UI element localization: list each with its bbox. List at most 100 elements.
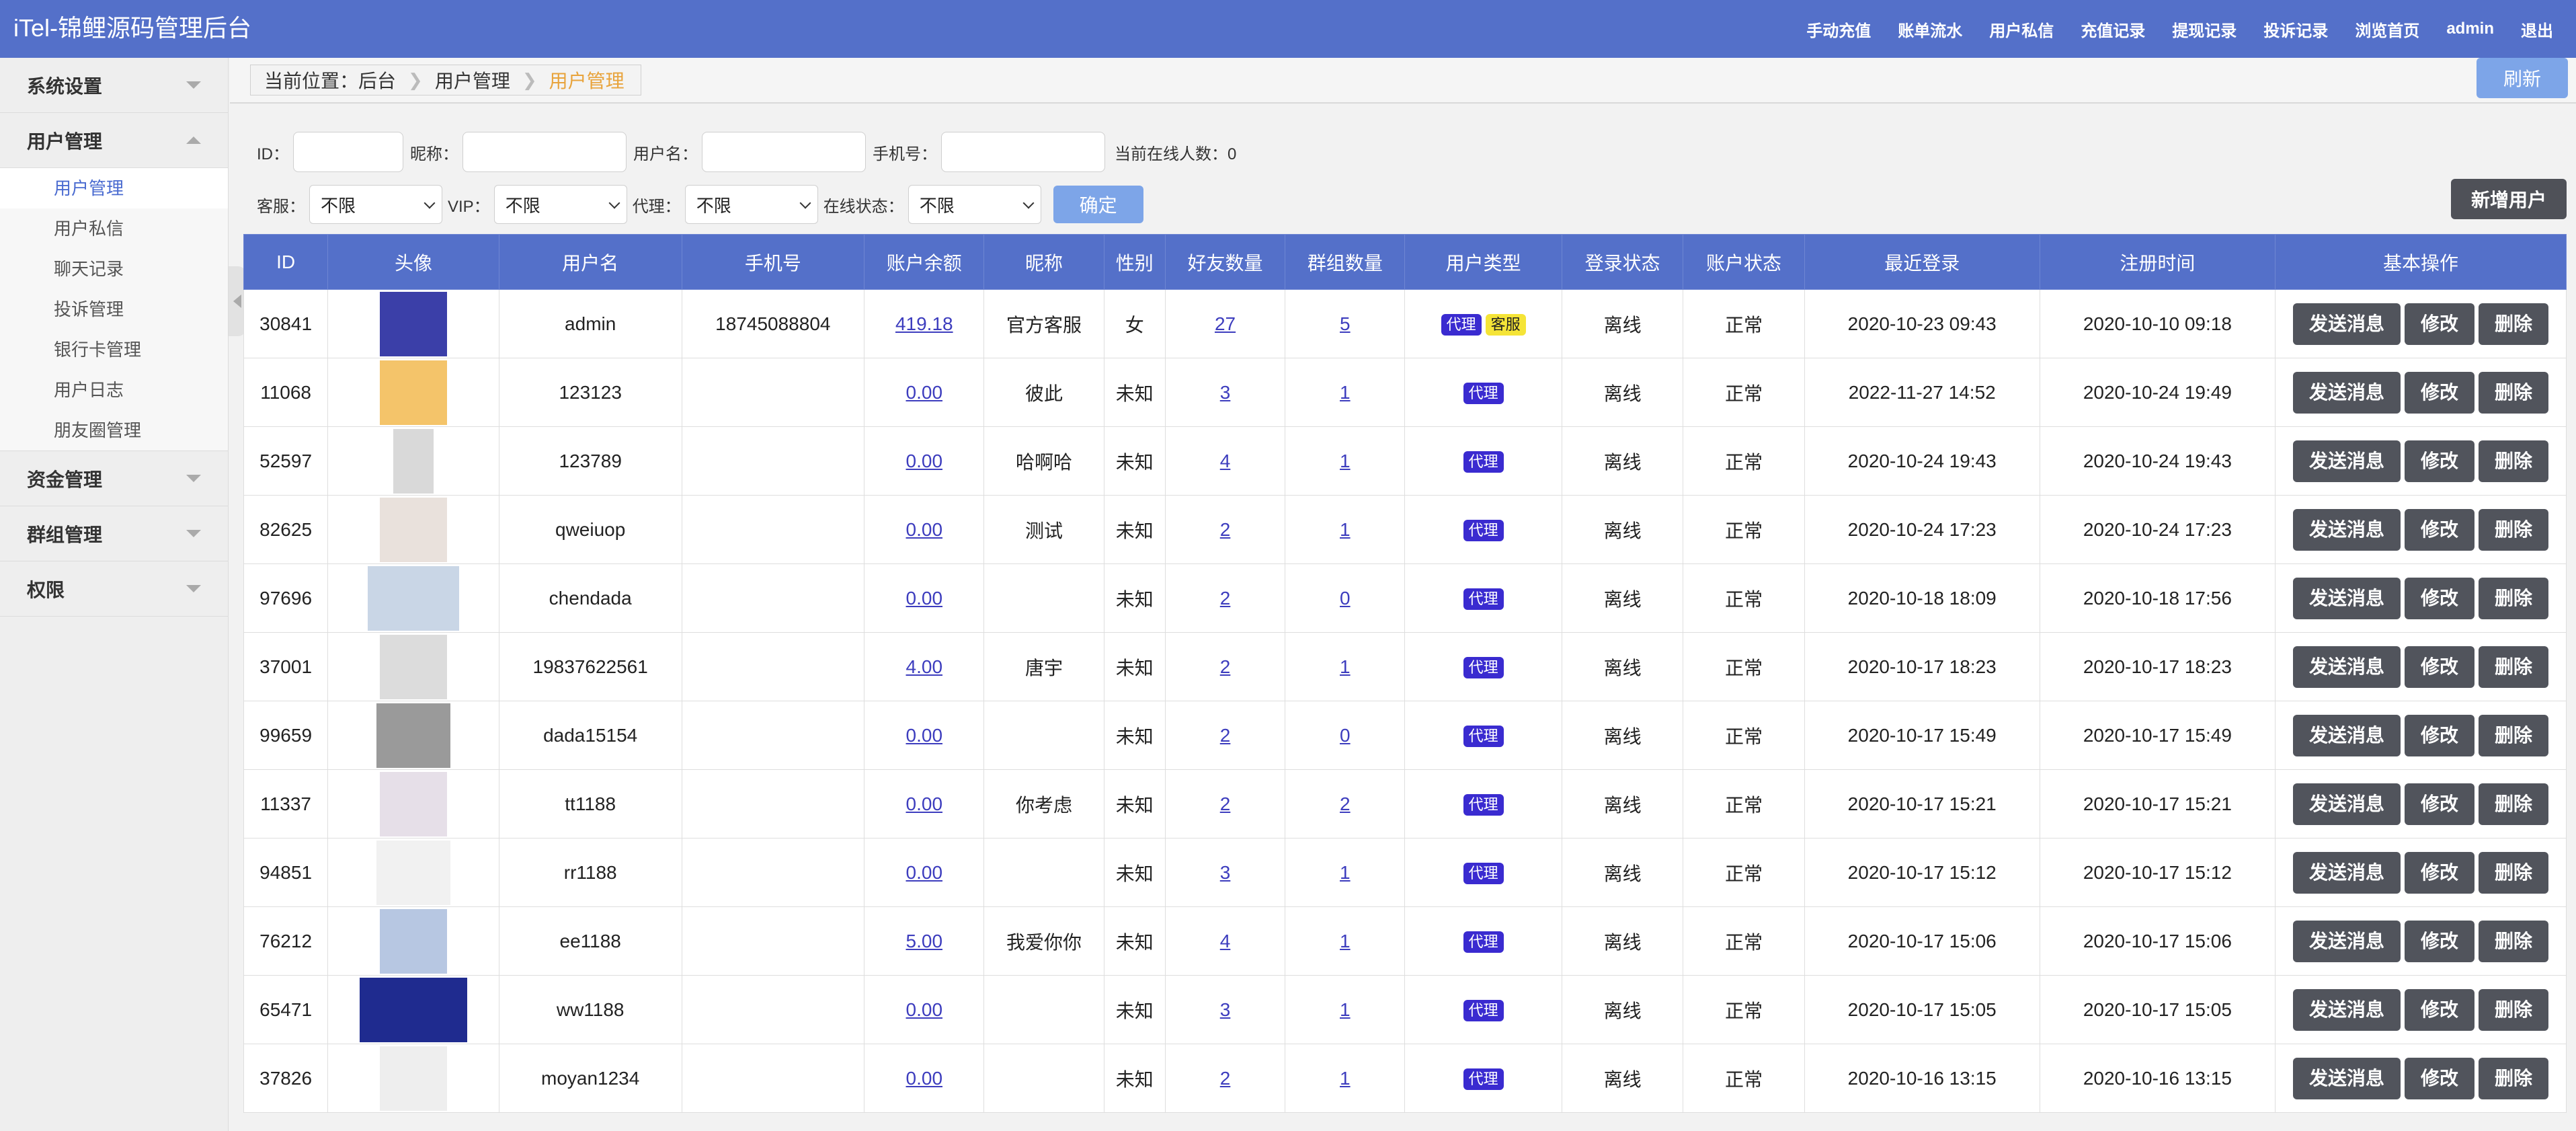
- friends-count-link[interactable]: 2: [1220, 519, 1231, 540]
- sidebar-item-user-management[interactable]: 用户管理: [0, 168, 228, 208]
- groups-count-link[interactable]: 1: [1340, 382, 1351, 403]
- edit-button[interactable]: 修改: [2404, 646, 2474, 688]
- edit-button[interactable]: 修改: [2404, 440, 2474, 482]
- delete-button[interactable]: 删除: [2478, 303, 2548, 345]
- sidebar-item-user-messages[interactable]: 用户私信: [0, 208, 228, 249]
- edit-button[interactable]: 修改: [2404, 508, 2474, 551]
- avatar[interactable]: [393, 428, 434, 494]
- send-message-button[interactable]: 发送消息: [2292, 371, 2401, 414]
- avatar[interactable]: [376, 840, 451, 905]
- send-message-button[interactable]: 发送消息: [2292, 508, 2401, 551]
- friends-count-link[interactable]: 2: [1220, 725, 1231, 746]
- delete-button[interactable]: 删除: [2478, 988, 2548, 1031]
- delete-button[interactable]: 删除: [2478, 646, 2548, 688]
- balance-link[interactable]: 0.00: [906, 862, 943, 883]
- send-message-button[interactable]: 发送消息: [2292, 783, 2401, 825]
- breadcrumb-level2[interactable]: 用户管理: [435, 67, 510, 93]
- send-message-button[interactable]: 发送消息: [2292, 577, 2401, 619]
- sidebar-group-system[interactable]: 系统设置: [0, 58, 228, 113]
- friends-count-link[interactable]: 3: [1220, 382, 1231, 403]
- nav-user-message-link[interactable]: 用户私信: [1989, 17, 2054, 41]
- balance-link[interactable]: 0.00: [906, 382, 943, 403]
- send-message-button[interactable]: 发送消息: [2292, 646, 2401, 688]
- online-status-select[interactable]: 不限: [908, 185, 1041, 224]
- nav-recharge-link[interactable]: 手动充值: [1806, 17, 1871, 41]
- balance-link[interactable]: 0.00: [906, 519, 943, 540]
- send-message-button[interactable]: 发送消息: [2292, 851, 2401, 894]
- friends-count-link[interactable]: 3: [1220, 999, 1231, 1020]
- edit-button[interactable]: 修改: [2404, 851, 2474, 894]
- delete-button[interactable]: 删除: [2478, 577, 2548, 619]
- friends-count-link[interactable]: 2: [1220, 793, 1231, 814]
- avatar[interactable]: [380, 497, 448, 562]
- edit-button[interactable]: 修改: [2404, 577, 2474, 619]
- friends-count-link[interactable]: 27: [1215, 313, 1236, 334]
- balance-link[interactable]: 5.00: [906, 931, 943, 951]
- breadcrumb-root[interactable]: 当前位置：后台: [264, 67, 396, 93]
- balance-link[interactable]: 419.18: [895, 313, 953, 334]
- groups-count-link[interactable]: 2: [1340, 793, 1351, 814]
- delete-button[interactable]: 删除: [2478, 783, 2548, 825]
- nav-complaint-records-link[interactable]: 投诉记录: [2263, 17, 2328, 41]
- sidebar-group-permissions[interactable]: 权限: [0, 561, 228, 617]
- edit-button[interactable]: 修改: [2404, 371, 2474, 414]
- groups-count-link[interactable]: 1: [1340, 451, 1351, 471]
- nav-admin-link[interactable]: admin: [2446, 20, 2494, 38]
- refresh-button[interactable]: 刷新: [2477, 58, 2568, 98]
- send-message-button[interactable]: 发送消息: [2292, 920, 2401, 962]
- edit-button[interactable]: 修改: [2404, 920, 2474, 962]
- groups-count-link[interactable]: 1: [1340, 931, 1351, 951]
- nav-browse-home-link[interactable]: 浏览首页: [2355, 17, 2419, 41]
- sidebar-item-moments[interactable]: 朋友圈管理: [0, 410, 228, 451]
- balance-link[interactable]: 0.00: [906, 999, 943, 1020]
- nickname-input[interactable]: [462, 132, 627, 172]
- balance-link[interactable]: 0.00: [906, 588, 943, 609]
- delete-button[interactable]: 删除: [2478, 920, 2548, 962]
- send-message-button[interactable]: 发送消息: [2292, 714, 2401, 756]
- avatar[interactable]: [380, 634, 448, 699]
- sidebar-group-users[interactable]: 用户管理: [0, 113, 228, 168]
- username-input[interactable]: [702, 132, 866, 172]
- delete-button[interactable]: 删除: [2478, 851, 2548, 894]
- avatar[interactable]: [380, 771, 448, 836]
- avatar[interactable]: [380, 1046, 448, 1111]
- edit-button[interactable]: 修改: [2404, 1057, 2474, 1099]
- groups-count-link[interactable]: 1: [1340, 999, 1351, 1020]
- groups-count-link[interactable]: 1: [1340, 1068, 1351, 1089]
- nav-bill-flow-link[interactable]: 账单流水: [1898, 17, 1962, 41]
- balance-link[interactable]: 4.00: [906, 656, 943, 677]
- groups-count-link[interactable]: 1: [1340, 656, 1351, 677]
- edit-button[interactable]: 修改: [2404, 303, 2474, 345]
- delete-button[interactable]: 删除: [2478, 508, 2548, 551]
- avatar[interactable]: [380, 360, 448, 425]
- sidebar-item-complaints[interactable]: 投诉管理: [0, 289, 228, 329]
- delete-button[interactable]: 删除: [2478, 1057, 2548, 1099]
- groups-count-link[interactable]: 1: [1340, 519, 1351, 540]
- avatar[interactable]: [376, 703, 451, 768]
- delete-button[interactable]: 删除: [2478, 371, 2548, 414]
- service-select[interactable]: 不限: [309, 185, 442, 224]
- agent-select[interactable]: 不限: [684, 185, 818, 224]
- confirm-button[interactable]: 确定: [1053, 186, 1143, 223]
- vip-select[interactable]: 不限: [493, 185, 627, 224]
- friends-count-link[interactable]: 2: [1220, 1068, 1231, 1089]
- delete-button[interactable]: 删除: [2478, 714, 2548, 756]
- avatar[interactable]: [368, 566, 460, 631]
- id-input[interactable]: [293, 132, 403, 172]
- send-message-button[interactable]: 发送消息: [2292, 303, 2401, 345]
- friends-count-link[interactable]: 4: [1220, 931, 1231, 951]
- avatar[interactable]: [360, 977, 468, 1042]
- groups-count-link[interactable]: 0: [1340, 588, 1351, 609]
- send-message-button[interactable]: 发送消息: [2292, 440, 2401, 482]
- send-message-button[interactable]: 发送消息: [2292, 988, 2401, 1031]
- nav-recharge-records-link[interactable]: 充值记录: [2081, 17, 2145, 41]
- sidebar-item-bank-cards[interactable]: 银行卡管理: [0, 329, 228, 370]
- friends-count-link[interactable]: 2: [1220, 656, 1231, 677]
- nav-withdraw-records-link[interactable]: 提现记录: [2172, 17, 2237, 41]
- sidebar-item-chat-records[interactable]: 聊天记录: [0, 249, 228, 289]
- edit-button[interactable]: 修改: [2404, 988, 2474, 1031]
- add-user-button[interactable]: 新增用户: [2451, 179, 2567, 219]
- groups-count-link[interactable]: 5: [1340, 313, 1351, 334]
- sidebar-item-user-logs[interactable]: 用户日志: [0, 370, 228, 410]
- avatar[interactable]: [380, 908, 448, 974]
